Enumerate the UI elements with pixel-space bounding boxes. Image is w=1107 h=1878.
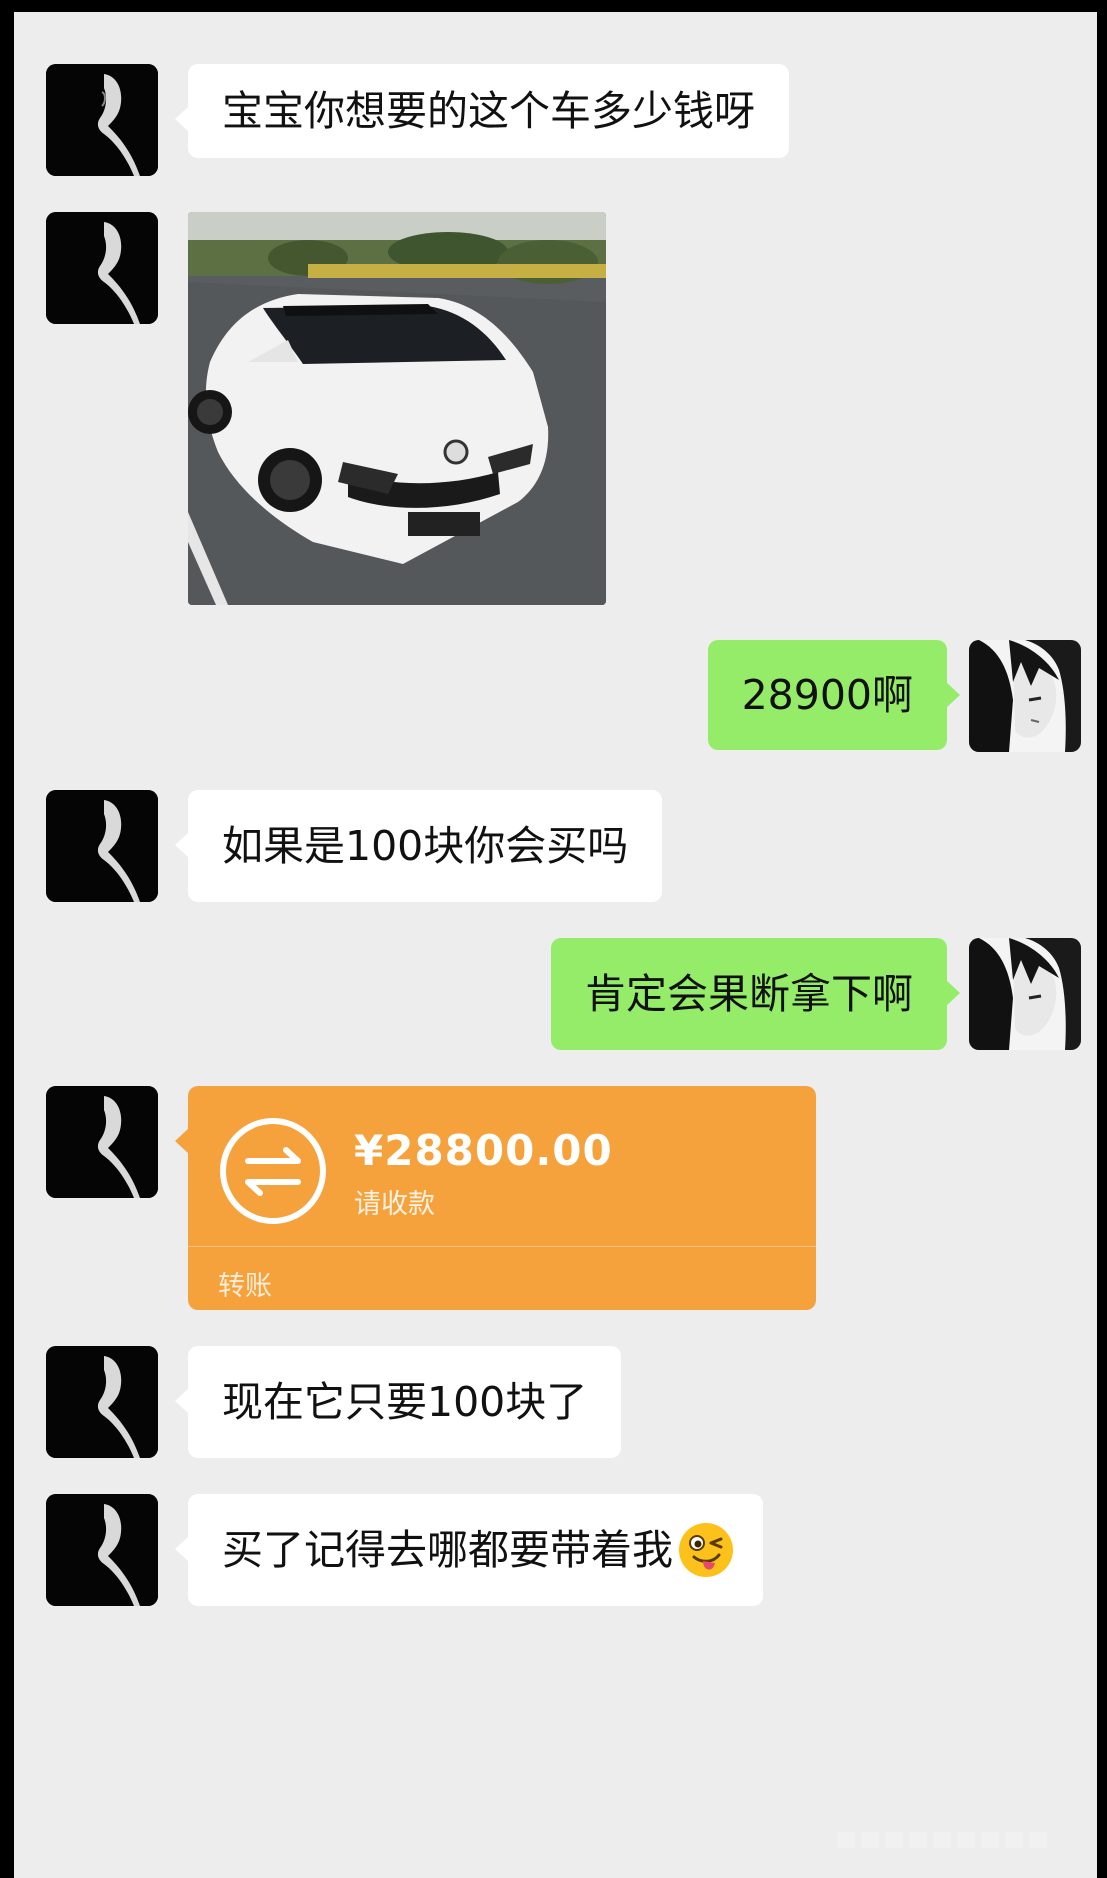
- contact-avatar[interactable]: [46, 212, 158, 324]
- message-bubble[interactable]: 宝宝你想要的这个车多少钱呀: [175, 64, 789, 158]
- transfer-label: 转账: [218, 1271, 272, 1302]
- transfer-amount: ¥28800.00: [354, 1126, 613, 1175]
- transfer-card[interactable]: ¥28800.00 请收款 转账: [175, 1086, 816, 1310]
- my-avatar[interactable]: [969, 938, 1081, 1050]
- winking-tongue-emoji-icon: [679, 1523, 733, 1577]
- anime-portrait-avatar-image: [969, 640, 1081, 752]
- transfer-status: 请收款: [354, 1189, 435, 1220]
- contact-avatar[interactable]: [46, 790, 158, 902]
- message-bubble[interactable]: 买了记得去哪都要带着我: [175, 1494, 763, 1606]
- message-text: 如果是100块你会买吗: [222, 821, 629, 870]
- contact-avatar[interactable]: [46, 1346, 158, 1458]
- message-text: 宝宝你想要的这个车多少钱呀: [222, 86, 755, 135]
- anime-portrait-avatar-image: [969, 938, 1081, 1050]
- dark-silhouette-avatar-image: [46, 64, 158, 176]
- car-photo[interactable]: [188, 212, 606, 605]
- contact-avatar[interactable]: [46, 1086, 158, 1198]
- message-bubble[interactable]: 28900啊: [707, 640, 961, 750]
- message-text: 肯定会果断拿下啊: [585, 969, 913, 1018]
- white-hatchback-car-image: [188, 212, 606, 605]
- message-bubble[interactable]: 现在它只要100块了: [174, 1346, 622, 1458]
- dark-silhouette-avatar-image: [46, 1346, 158, 1458]
- my-avatar[interactable]: [969, 640, 1081, 752]
- message-text: 现在它只要100块了: [222, 1377, 588, 1426]
- message-text: 买了记得去哪都要带着我: [222, 1525, 673, 1574]
- chat-screen: 宝宝你想要的这个车多少钱呀 28900啊 如果是100块你会买吗 肯定会果断拿下…: [14, 12, 1097, 1878]
- contact-avatar[interactable]: [46, 64, 158, 176]
- dark-silhouette-avatar-image: [46, 1086, 158, 1198]
- divider: [188, 1246, 816, 1247]
- message-bubble[interactable]: 肯定会果断拿下啊: [551, 938, 960, 1050]
- contact-avatar[interactable]: [46, 1494, 158, 1606]
- dark-silhouette-avatar-image: [46, 790, 158, 902]
- dark-silhouette-avatar-image: [46, 212, 158, 324]
- message-bubble[interactable]: 如果是100块你会买吗: [174, 790, 663, 902]
- dark-silhouette-avatar-image: [46, 1494, 158, 1606]
- watermark-logo: [837, 1832, 1047, 1848]
- transfer-arrows-icon: [220, 1118, 326, 1224]
- message-text: 28900啊: [741, 670, 913, 719]
